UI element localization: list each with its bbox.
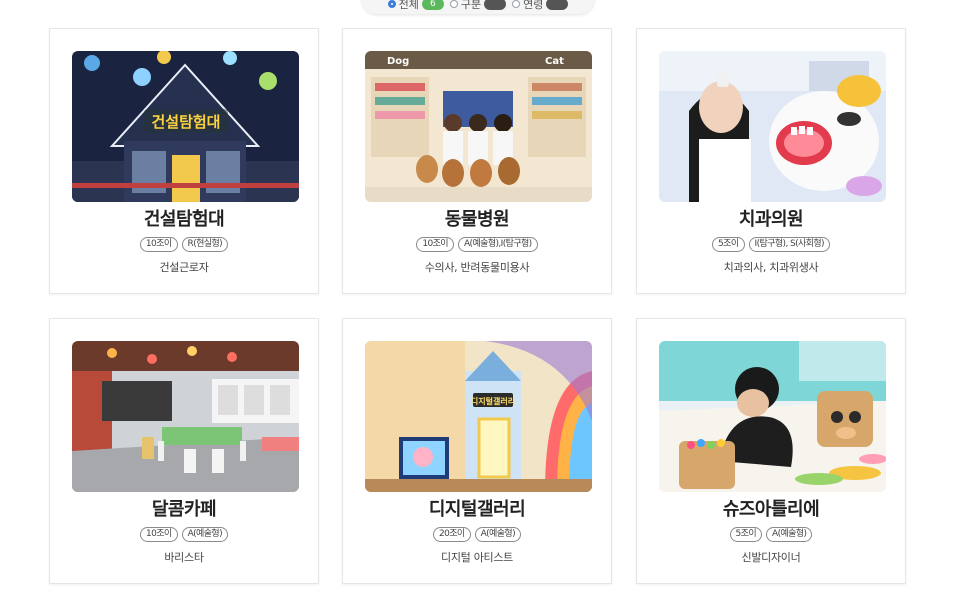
image-sign: 건설탐험대 (151, 113, 220, 131)
tag-list: 20조이 A(예술형) (343, 527, 611, 542)
program-photo[interactable] (659, 51, 886, 202)
tag-type: R(현실형) (181, 237, 229, 252)
filter-label: 전체 (398, 0, 419, 11)
tag-age: 5조이 (729, 527, 763, 542)
program-title: 치과의원 (738, 209, 804, 230)
image-sign: 디지털갤러리 (471, 396, 515, 406)
radio-icon[interactable] (512, 0, 521, 8)
program-title: 디지털갤러리 (428, 499, 526, 520)
tag-age: 5조이 (712, 237, 745, 252)
program-grid-page: 전체 6 구분 연령 건설탐험대 건설탐험대 10조이 R(현실형) 건설근로자… (0, 0, 966, 600)
program-card-shoes-atelier[interactable]: 슈즈아틀리에 5조이 A(예술형) 신발디자이너 (636, 318, 906, 584)
job-list: 디지털 아티스트 (441, 551, 513, 564)
program-card-digital-gallery[interactable]: 디지털갤러리 디지털갤러리 20조이 A(예술형) 디지털 아티스트 (342, 318, 612, 584)
program-card-dental-clinic[interactable]: 치과의원 5조이 I(탐구형), S(사회형) 치과의사, 치과위생사 (636, 28, 906, 294)
program-title: 동물병원 (444, 209, 510, 230)
dental-clinic-photo (659, 51, 886, 202)
filter-label: 구분 (460, 0, 482, 11)
tag-type: A(예술형) (474, 527, 522, 542)
program-card-sweet-cafe[interactable]: 달콤카페 10조이 A(예술형) 바리스타 (49, 318, 319, 584)
shoes-atelier-photo (659, 341, 886, 492)
tag-list: 10조이 A(예술형) (50, 527, 318, 542)
filter-label: 연령 (523, 0, 544, 11)
tag-type: A(예술형),I(탐구형) (458, 237, 538, 252)
digital-gallery-photo: 디지털갤러리 (365, 341, 592, 492)
filter-age[interactable]: 연령 (512, 0, 569, 12)
program-photo[interactable] (72, 341, 299, 492)
job-list: 바리스타 (164, 551, 204, 564)
program-card-construction[interactable]: 건설탐험대 건설탐험대 10조이 R(현실형) 건설근로자 (49, 28, 319, 294)
tag-age: 10조이 (416, 237, 454, 252)
tag-list: 10조이 R(현실형) (50, 237, 318, 252)
tag-list: 5조이 I(탐구형), S(사회형) (637, 237, 905, 252)
radio-icon[interactable] (449, 0, 458, 8)
tag-list: 10조이 A(예술형),I(탐구형) (343, 237, 611, 252)
filter-count (546, 0, 569, 10)
tag-age: 10조이 (139, 527, 178, 542)
filter-count (484, 0, 507, 10)
tag-type: A(예술형) (181, 527, 229, 542)
image-sign-right: Cat (545, 56, 564, 67)
program-card-animal-hospital[interactable]: Dog Cat 동물병원 10조이 A(예술형),I(탐구형) 수의사, 반려동… (342, 28, 612, 294)
cafe-photo (72, 341, 299, 492)
tag-type: I(탐구형), S(사회형) (748, 237, 830, 252)
program-title: 건설탐험대 (143, 209, 225, 230)
filter-type[interactable]: 구분 (449, 0, 507, 12)
filter-count: 6 (421, 0, 444, 10)
program-photo[interactable]: Dog Cat (365, 51, 592, 202)
tag-age: 10조이 (139, 237, 178, 252)
job-list: 치과의사, 치과위생사 (723, 261, 819, 274)
tag-type: A(예술형) (766, 527, 813, 542)
program-title: 슈즈아틀리에 (722, 499, 820, 520)
job-list: 수의사, 반려동물미용사 (424, 261, 530, 274)
tag-age: 20조이 (432, 527, 471, 542)
animal-hospital-photo: Dog Cat (365, 51, 592, 202)
program-photo[interactable] (659, 341, 886, 492)
program-photo[interactable]: 디지털갤러리 (365, 341, 592, 492)
radio-icon[interactable] (387, 0, 396, 8)
program-title: 달콤카페 (151, 499, 217, 520)
program-photo[interactable]: 건설탐험대 (72, 51, 299, 202)
category-filter: 전체 6 구분 연령 (362, 0, 594, 14)
tag-list: 5조이 A(예술형) (637, 527, 905, 542)
filter-all[interactable]: 전체 6 (387, 0, 444, 12)
job-list: 건설근로자 (159, 261, 209, 274)
image-sign-left: Dog (387, 56, 409, 67)
construction-photo: 건설탐험대 (72, 51, 299, 202)
job-list: 신발디자이너 (741, 551, 801, 564)
